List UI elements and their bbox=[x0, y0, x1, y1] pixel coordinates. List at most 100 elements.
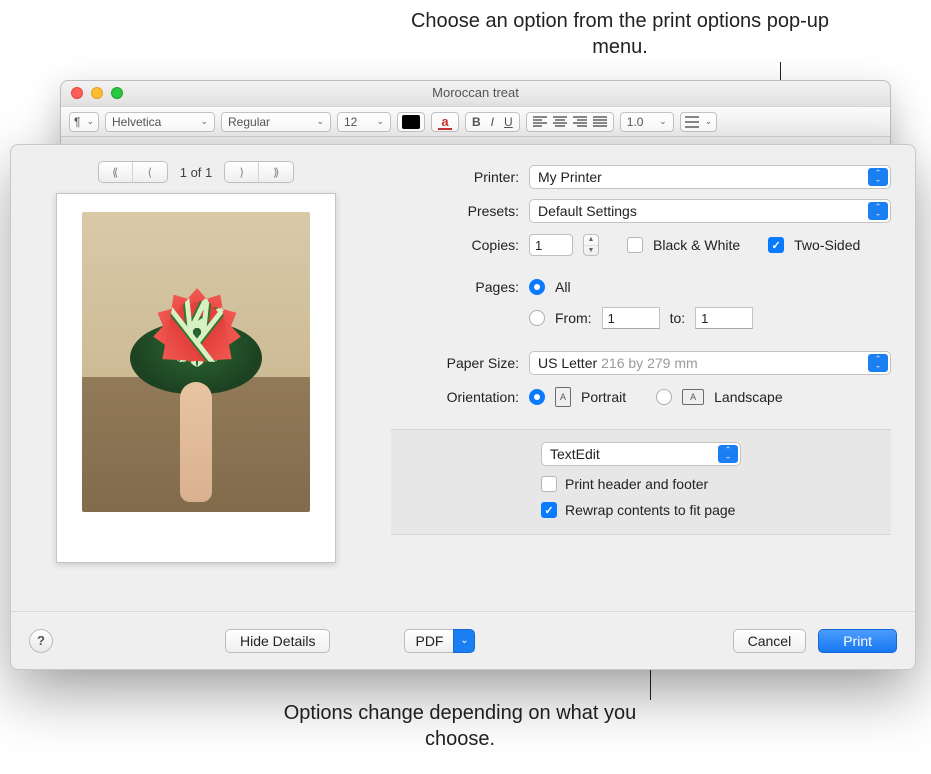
header-footer-checkbox[interactable] bbox=[541, 476, 557, 492]
stepper-up-icon[interactable]: ▲ bbox=[584, 235, 598, 246]
print-options-popup-value: TextEdit bbox=[550, 446, 600, 462]
pages-from-label: From: bbox=[555, 310, 592, 326]
printer-select[interactable]: My Printer bbox=[529, 165, 891, 189]
prev-page-button[interactable]: ⟨ bbox=[133, 162, 167, 182]
printer-label: Printer: bbox=[391, 169, 519, 185]
printer-value: My Printer bbox=[538, 169, 602, 185]
pages-to-label: to: bbox=[670, 310, 686, 326]
line-spacing-value: 1.0 bbox=[627, 115, 644, 129]
align-center-icon[interactable] bbox=[553, 116, 567, 128]
bius-group[interactable]: B I U bbox=[465, 112, 520, 132]
print-button[interactable]: Print bbox=[818, 629, 897, 653]
font-size-select[interactable]: 12 ⌄ bbox=[337, 112, 391, 132]
paper-size-value: US Letter bbox=[538, 355, 597, 371]
pdf-label: PDF bbox=[415, 633, 443, 649]
select-caret-icon bbox=[718, 445, 738, 463]
landscape-label: Landscape bbox=[714, 389, 783, 405]
align-left-icon[interactable] bbox=[533, 116, 547, 128]
orientation-portrait-radio[interactable] bbox=[529, 389, 545, 405]
titlebar: Moroccan treat bbox=[61, 81, 890, 107]
highlight-a-icon: a bbox=[436, 114, 454, 130]
last-page-button[interactable]: ⟫ bbox=[259, 162, 293, 182]
text-color-button[interactable] bbox=[397, 112, 425, 132]
presets-value: Default Settings bbox=[538, 203, 637, 219]
portrait-label: Portrait bbox=[581, 389, 626, 405]
print-dialog: ⟪ ⟨ 1 of 1 ⟩ ⟫ bbox=[10, 144, 916, 670]
print-label: Print bbox=[843, 633, 872, 649]
list-icon bbox=[685, 116, 699, 128]
presets-select[interactable]: Default Settings bbox=[529, 199, 891, 223]
color-swatch-icon bbox=[402, 115, 420, 129]
next-page-button[interactable]: ⟩ bbox=[225, 162, 259, 182]
pages-label: Pages: bbox=[391, 279, 519, 295]
pages-from-value: 1 bbox=[608, 311, 615, 326]
paragraph-styles-button[interactable]: ¶ ⌄ bbox=[69, 112, 99, 132]
rewrap-label: Rewrap contents to fit page bbox=[565, 502, 735, 518]
chevron-down-icon: ⌄ bbox=[453, 629, 475, 653]
black-white-label: Black & White bbox=[653, 237, 740, 253]
alignment-group[interactable] bbox=[526, 112, 614, 132]
copies-label: Copies: bbox=[391, 237, 519, 253]
format-toolbar: ¶ ⌄ Helvetica ⌄ Regular ⌄ 12 ⌄ a B I U bbox=[61, 107, 890, 137]
font-family-value: Helvetica bbox=[112, 115, 161, 129]
hide-details-label: Hide Details bbox=[240, 633, 315, 649]
italic-button[interactable]: I bbox=[491, 115, 494, 129]
align-right-icon[interactable] bbox=[573, 116, 587, 128]
select-caret-icon bbox=[868, 168, 888, 186]
font-style-select[interactable]: Regular ⌄ bbox=[221, 112, 331, 132]
page-indicator: 1 of 1 bbox=[180, 165, 213, 180]
copies-stepper[interactable]: ▲ ▼ bbox=[583, 234, 599, 256]
pages-all-radio[interactable] bbox=[529, 279, 545, 295]
presets-label: Presets: bbox=[391, 203, 519, 219]
line-spacing-select[interactable]: 1.0 ⌄ bbox=[620, 112, 674, 132]
font-family-select[interactable]: Helvetica ⌄ bbox=[105, 112, 215, 132]
copies-value: 1 bbox=[535, 238, 542, 253]
font-style-value: Regular bbox=[228, 115, 270, 129]
portrait-icon: A bbox=[555, 387, 571, 407]
two-sided-label: Two-Sided bbox=[794, 237, 860, 253]
app-specific-options-section: TextEdit Print header and footer Rewrap … bbox=[391, 429, 891, 535]
print-preview-page bbox=[56, 193, 336, 563]
highlight-color-button[interactable]: a bbox=[431, 112, 459, 132]
window-title: Moroccan treat bbox=[61, 85, 890, 100]
two-sided-checkbox[interactable] bbox=[768, 237, 784, 253]
preview-prev-group: ⟪ ⟨ bbox=[98, 161, 168, 183]
pdf-menu-button[interactable]: PDF ⌄ bbox=[404, 629, 475, 653]
cancel-button[interactable]: Cancel bbox=[733, 629, 807, 653]
bold-button[interactable]: B bbox=[472, 115, 481, 129]
paper-size-label: Paper Size: bbox=[391, 355, 519, 371]
select-caret-icon bbox=[868, 354, 888, 372]
callout-top-text: Choose an option from the print options … bbox=[410, 8, 830, 60]
stepper-down-icon[interactable]: ▼ bbox=[584, 246, 598, 256]
copies-field[interactable]: 1 bbox=[529, 234, 573, 256]
list-style-button[interactable]: ⌄ bbox=[680, 112, 718, 132]
pages-from-field[interactable]: 1 bbox=[602, 307, 660, 329]
orientation-landscape-radio[interactable] bbox=[656, 389, 672, 405]
black-white-checkbox[interactable] bbox=[627, 237, 643, 253]
header-footer-label: Print header and footer bbox=[565, 476, 708, 492]
print-options-popup[interactable]: TextEdit bbox=[541, 442, 741, 466]
preview-pane: ⟪ ⟨ 1 of 1 ⟩ ⟫ bbox=[11, 145, 381, 611]
paper-size-select[interactable]: US Letter 216 by 279 mm bbox=[529, 351, 891, 375]
rewrap-checkbox[interactable] bbox=[541, 502, 557, 518]
cancel-label: Cancel bbox=[748, 633, 792, 649]
callout-bottom-text: Options change depending on what you cho… bbox=[260, 700, 660, 752]
font-size-value: 12 bbox=[344, 115, 357, 129]
pages-to-field[interactable]: 1 bbox=[695, 307, 753, 329]
help-button[interactable]: ? bbox=[29, 629, 53, 653]
select-caret-icon bbox=[868, 202, 888, 220]
hide-details-button[interactable]: Hide Details bbox=[225, 629, 330, 653]
pages-all-label: All bbox=[555, 279, 571, 295]
landscape-icon: A bbox=[682, 389, 704, 405]
underline-button[interactable]: U bbox=[504, 115, 513, 129]
pages-to-value: 1 bbox=[701, 311, 708, 326]
print-options-pane: Printer: My Printer Presets: Default Set… bbox=[381, 145, 915, 611]
preview-next-group: ⟩ ⟫ bbox=[224, 161, 294, 183]
dialog-footer: ? Hide Details PDF ⌄ Cancel Print bbox=[11, 611, 915, 669]
paper-size-dims: 216 by 279 mm bbox=[601, 355, 698, 371]
pages-range-radio[interactable] bbox=[529, 310, 545, 326]
align-justify-icon[interactable] bbox=[593, 116, 607, 128]
first-page-button[interactable]: ⟪ bbox=[99, 162, 133, 182]
preview-photo bbox=[82, 212, 310, 512]
orientation-label: Orientation: bbox=[391, 389, 519, 405]
